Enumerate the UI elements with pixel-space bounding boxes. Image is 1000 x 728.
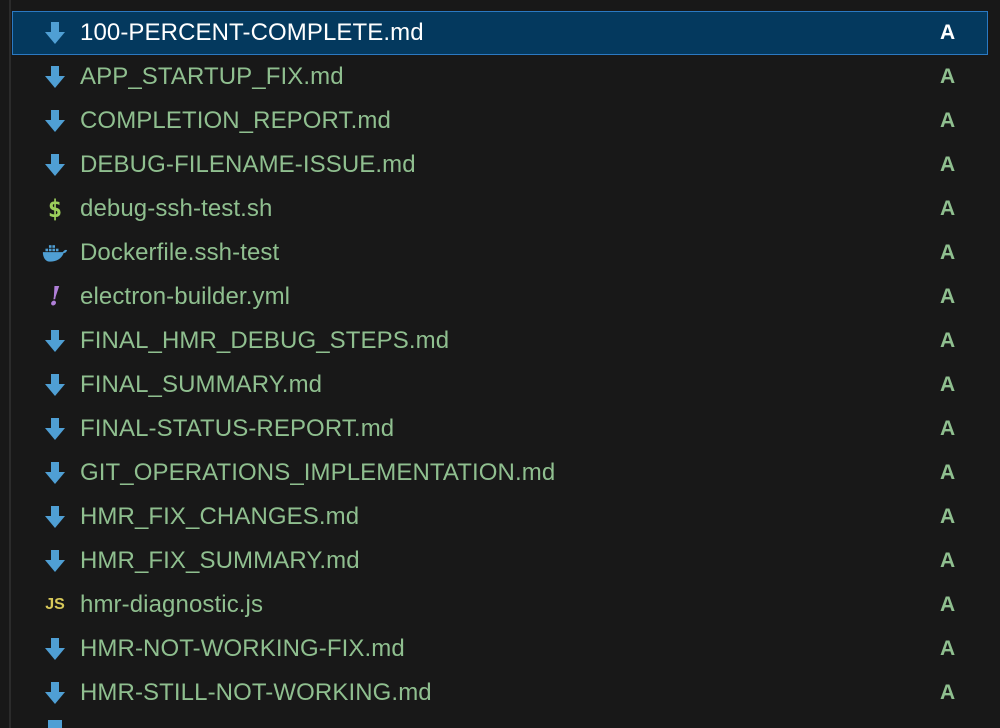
js-glyph: JS (45, 596, 65, 613)
file-row[interactable]: HMR-STILL-NOT-WORKING.md A (0, 671, 1000, 715)
markdown-download-icon (42, 328, 68, 354)
file-row[interactable]: $ debug-ssh-test.sh A (0, 187, 1000, 231)
docker-whale-icon (42, 240, 68, 266)
file-row[interactable]: HMR_FIX_CHANGES.md A (0, 495, 1000, 539)
file-name: HMR-STILL-NOT-WORKING.md (80, 679, 432, 706)
file-row[interactable]: Dockerfile.ssh-test A (0, 231, 1000, 275)
file-row[interactable]: COMPLETION_REPORT.md A (0, 99, 1000, 143)
markdown-download-icon (42, 548, 68, 574)
yaml-glyph: ! (49, 282, 61, 312)
file-name: COMPLETION_REPORT.md (80, 107, 391, 134)
file-name: HMR_FIX_CHANGES.md (80, 503, 360, 530)
markdown-download-icon (42, 680, 68, 706)
file-row[interactable]: FINAL_HMR_DEBUG_STEPS.md A (0, 319, 1000, 363)
file-name: 100-PERCENT-COMPLETE.md (80, 19, 424, 46)
git-status-badge: A (940, 637, 956, 660)
file-row[interactable]: JS hmr-diagnostic.js A (0, 583, 1000, 627)
markdown-download-icon (42, 64, 68, 90)
shell-dollar-icon: $ (42, 195, 68, 223)
file-row[interactable]: HMR-NOT-WORKING-FIX.md A (0, 627, 1000, 671)
git-status-badge: A (940, 285, 956, 308)
file-name: FINAL_SUMMARY.md (80, 371, 323, 398)
file-name: FINAL-STATUS-REPORT.md (80, 415, 395, 442)
file-row[interactable]: DEBUG-FILENAME-ISSUE.md A (0, 143, 1000, 187)
file-name: HMR-NOT-WORKING-FIX.md (80, 635, 405, 662)
file-name: APP_STARTUP_FIX.md (80, 63, 344, 90)
file-row[interactable]: FINAL_SUMMARY.md A (0, 363, 1000, 407)
markdown-download-icon (42, 152, 68, 178)
file-name: HMR_FIX_SUMMARY.md (80, 547, 360, 574)
file-name: debug-ssh-test.sh (80, 195, 273, 222)
markdown-download-icon (42, 20, 68, 46)
partial-row-icon (48, 720, 62, 728)
javascript-icon: JS (42, 592, 68, 618)
scrolled-off-row (0, 0, 1000, 10)
markdown-download-icon (42, 504, 68, 530)
git-status-badge: A (940, 417, 956, 440)
file-name: electron-builder.yml (80, 283, 291, 310)
file-row[interactable]: HMR_FIX_SUMMARY.md A (0, 539, 1000, 583)
file-name: FINAL_HMR_DEBUG_STEPS.md (80, 327, 450, 354)
git-status-badge: A (940, 505, 956, 528)
file-row[interactable]: ! electron-builder.yml A (0, 275, 1000, 319)
changed-files-list: 100-PERCENT-COMPLETE.md A APP_STARTUP_FIX.… (0, 11, 1000, 715)
file-row[interactable]: GIT_OPERATIONS_IMPLEMENTATION.md A (0, 451, 1000, 495)
file-row[interactable]: FINAL-STATUS-REPORT.md A (0, 407, 1000, 451)
markdown-download-icon (42, 636, 68, 662)
git-status-badge: A (940, 153, 956, 176)
git-status-badge: A (940, 65, 956, 88)
file-row[interactable]: APP_STARTUP_FIX.md A (0, 55, 1000, 99)
git-status-badge: A (940, 109, 956, 132)
markdown-download-icon (42, 416, 68, 442)
git-status-badge: A (940, 21, 956, 44)
git-status-badge: A (940, 329, 956, 352)
file-row[interactable]: 100-PERCENT-COMPLETE.md A (12, 11, 988, 55)
file-name: GIT_OPERATIONS_IMPLEMENTATION.md (80, 459, 556, 486)
file-name: hmr-diagnostic.js (80, 591, 264, 618)
git-status-badge: A (940, 593, 956, 616)
shell-glyph: $ (47, 195, 63, 223)
source-control-changes-panel: 100-PERCENT-COMPLETE.md A APP_STARTUP_FIX.… (0, 0, 1000, 728)
git-status-badge: A (940, 681, 956, 704)
git-status-badge: A (940, 549, 956, 572)
file-name: Dockerfile.ssh-test (80, 239, 280, 266)
markdown-download-icon (42, 108, 68, 134)
git-status-badge: A (940, 461, 956, 484)
markdown-download-icon (42, 372, 68, 398)
markdown-download-icon (42, 460, 68, 486)
git-status-badge: A (940, 373, 956, 396)
git-status-badge: A (940, 197, 956, 220)
file-name: DEBUG-FILENAME-ISSUE.md (80, 151, 416, 178)
yaml-exclamation-icon: ! (42, 282, 68, 312)
git-status-badge: A (940, 241, 956, 264)
